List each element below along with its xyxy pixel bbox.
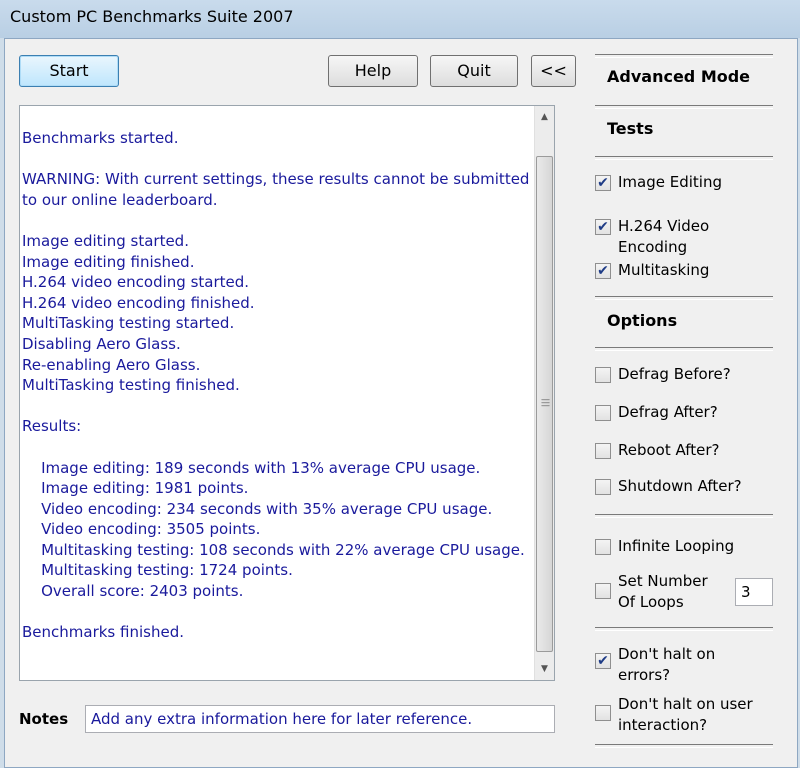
infinite-looping-label: Infinite Looping [618,537,735,555]
set-number-of-loops-checkbox[interactable] [595,583,611,599]
loops-count-input[interactable]: 3 [735,578,773,606]
dont-halt-on-errors-checkbox[interactable]: ✔ [595,653,611,669]
collapse-button[interactable]: << [531,55,576,87]
scroll-up-arrow-icon[interactable]: ▲ [535,108,554,126]
shutdown-after-label: Shutdown After? [618,477,742,495]
image-editing-label: Image Editing [618,173,722,191]
divider [595,156,773,160]
divider [595,105,773,109]
scroll-down-arrow-icon[interactable]: ▼ [535,660,554,678]
defrag-after-label: Defrag After? [618,403,718,421]
image-editing-checkbox[interactable]: ✔ [595,175,611,191]
infinite-looping-checkbox[interactable] [595,539,611,555]
results-log[interactable]: Benchmarks started. WARNING: With curren… [19,105,555,681]
notes-input[interactable] [85,705,555,733]
dont-halt-on-user-interaction-label: Don't halt on user interaction? [618,695,753,734]
advanced-mode-heading: Advanced Mode [607,67,751,86]
h264-video-encoding-label: H.264 Video Encoding [618,217,710,256]
multitasking-checkbox[interactable]: ✔ [595,263,611,279]
quit-button[interactable]: Quit [430,55,518,87]
reboot-after-checkbox[interactable] [595,443,611,459]
shutdown-after-checkbox[interactable] [595,479,611,495]
multitasking-label: Multitasking [618,261,710,279]
tests-heading: Tests [607,119,654,138]
notes-label: Notes [19,710,69,728]
divider [595,627,773,631]
window-title: Custom PC Benchmarks Suite 2007 [10,7,294,26]
scrollbar-thumb[interactable]: — — — [536,156,553,652]
defrag-before-checkbox[interactable] [595,367,611,383]
advanced-panel: Advanced Mode Tests ✔ Image Editing ✔ H.… [593,39,777,767]
defrag-after-checkbox[interactable] [595,405,611,421]
log-scrollbar[interactable]: ▲ — — — ▼ [534,106,554,680]
divider [595,54,773,58]
log-text: Benchmarks started. WARNING: With curren… [22,129,530,642]
title-bar[interactable]: Custom PC Benchmarks Suite 2007 [0,0,800,38]
h264-video-encoding-checkbox[interactable]: ✔ [595,219,611,235]
divider [595,514,773,518]
options-heading: Options [607,311,678,330]
help-button[interactable]: Help [328,55,418,87]
start-button[interactable]: Start [19,55,119,87]
divider [595,744,773,748]
set-number-of-loops-label: Set Number Of Loops [618,572,708,611]
main-window: Start Help Quit << Benchmarks started. W… [4,38,798,768]
divider [595,296,773,300]
grip-icon: — — — [541,395,550,411]
divider [595,347,773,351]
reboot-after-label: Reboot After? [618,441,720,459]
defrag-before-label: Defrag Before? [618,365,731,383]
dont-halt-on-errors-label: Don't halt on errors? [618,645,716,684]
dont-halt-on-user-interaction-checkbox[interactable] [595,705,611,721]
